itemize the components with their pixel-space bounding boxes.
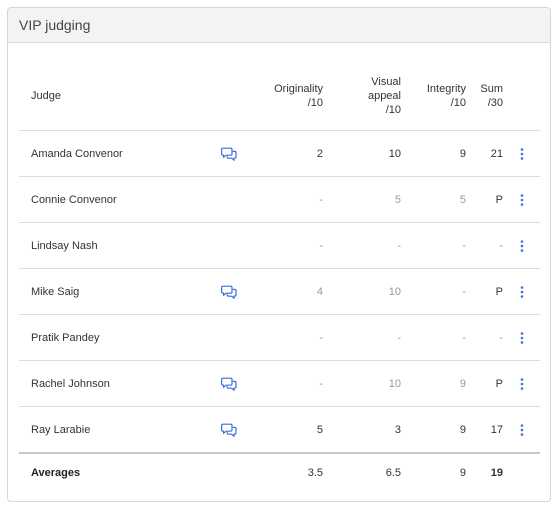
score-visual-appeal: 10 bbox=[323, 130, 401, 177]
kebab-menu-icon[interactable] bbox=[520, 147, 524, 160]
averages-icon-spacer bbox=[221, 452, 258, 491]
score-visual-appeal: 10 bbox=[323, 360, 401, 407]
comment-cell bbox=[221, 360, 258, 407]
comment-cell bbox=[221, 130, 258, 177]
averages-label: Averages bbox=[19, 452, 221, 491]
table-header-row: Judge Originality /10 Visual appeal /10 … bbox=[19, 62, 540, 131]
header-originality-line2: /10 bbox=[307, 97, 323, 109]
average-originality: 3.5 bbox=[258, 452, 323, 491]
header-visual-line2: appeal bbox=[367, 90, 401, 102]
score-visual-appeal: - bbox=[323, 222, 401, 269]
judge-row: Ray Larabie 5 3 9 17 bbox=[19, 406, 540, 454]
chat-bubbles-icon[interactable] bbox=[221, 147, 237, 161]
judge-name: Amanda Convenor bbox=[19, 130, 221, 177]
score-sum: P bbox=[466, 176, 503, 223]
header-judge: Judge bbox=[19, 62, 221, 131]
header-menu-spacer bbox=[503, 62, 540, 131]
header-visual-line3: /10 bbox=[385, 104, 401, 116]
kebab-menu-icon[interactable] bbox=[520, 331, 524, 344]
row-menu-cell bbox=[503, 222, 540, 269]
score-integrity: - bbox=[401, 314, 466, 361]
header-originality: Originality /10 bbox=[258, 62, 323, 131]
kebab-menu-icon[interactable] bbox=[520, 285, 524, 298]
chat-bubbles-icon[interactable] bbox=[221, 377, 237, 391]
judge-name: Connie Convenor bbox=[19, 176, 221, 223]
comment-cell bbox=[221, 314, 258, 361]
header-integrity: Integrity /10 bbox=[401, 62, 466, 131]
judge-name: Pratik Pandey bbox=[19, 314, 221, 361]
average-visual-appeal: 6.5 bbox=[323, 452, 401, 491]
header-integrity-line1: Integrity bbox=[426, 83, 466, 95]
score-integrity: - bbox=[401, 222, 466, 269]
judge-name: Mike Saig bbox=[19, 268, 221, 315]
averages-menu-spacer bbox=[503, 452, 540, 491]
row-menu-cell bbox=[503, 268, 540, 315]
header-visual-appeal: Visual appeal /10 bbox=[323, 62, 401, 131]
header-sum-line1: Sum bbox=[480, 83, 503, 95]
judge-row: Pratik Pandey - - - - bbox=[19, 314, 540, 361]
row-menu-cell bbox=[503, 130, 540, 177]
judging-table: Judge Originality /10 Visual appeal /10 … bbox=[19, 62, 540, 491]
score-originality: 5 bbox=[258, 406, 323, 454]
row-menu-cell bbox=[503, 176, 540, 223]
comment-cell bbox=[221, 268, 258, 315]
judge-name: Ray Larabie bbox=[19, 406, 221, 454]
score-originality: - bbox=[258, 176, 323, 223]
averages-row: Averages 3.5 6.5 9 19 bbox=[19, 452, 540, 491]
score-visual-appeal: 3 bbox=[323, 406, 401, 454]
score-integrity: 5 bbox=[401, 176, 466, 223]
chat-bubbles-icon[interactable] bbox=[221, 423, 237, 437]
score-originality: - bbox=[258, 314, 323, 361]
header-comment-spacer bbox=[221, 62, 258, 131]
kebab-menu-icon[interactable] bbox=[520, 423, 524, 436]
score-originality: - bbox=[258, 222, 323, 269]
score-visual-appeal: 10 bbox=[323, 268, 401, 315]
score-originality: 4 bbox=[258, 268, 323, 315]
kebab-menu-icon[interactable] bbox=[520, 377, 524, 390]
score-sum: P bbox=[466, 360, 503, 407]
score-sum: 21 bbox=[466, 130, 503, 177]
row-menu-cell bbox=[503, 360, 540, 407]
chat-bubbles-icon[interactable] bbox=[221, 285, 237, 299]
score-integrity: 9 bbox=[401, 360, 466, 407]
score-visual-appeal: 5 bbox=[323, 176, 401, 223]
score-originality: 2 bbox=[258, 130, 323, 177]
judge-name: Rachel Johnson bbox=[19, 360, 221, 407]
judge-row: Mike Saig 4 10- P bbox=[19, 268, 540, 315]
judge-row: Connie Convenor -5 5 P bbox=[19, 176, 540, 223]
header-integrity-line2: /10 bbox=[450, 97, 466, 109]
kebab-menu-icon[interactable] bbox=[520, 193, 524, 206]
judge-row: Rachel Johnson -10 9 P bbox=[19, 360, 540, 407]
comment-cell bbox=[221, 176, 258, 223]
row-menu-cell bbox=[503, 406, 540, 454]
panel-title: VIP judging bbox=[8, 8, 550, 43]
header-originality-line1: Originality bbox=[274, 83, 323, 95]
score-sum: - bbox=[466, 314, 503, 361]
judge-row: Lindsay Nash - - - - bbox=[19, 222, 540, 269]
judge-row: Amanda Convenor 2 10 9 21 bbox=[19, 130, 540, 177]
judge-name: Lindsay Nash bbox=[19, 222, 221, 269]
average-sum: 19 bbox=[466, 452, 503, 491]
kebab-menu-icon[interactable] bbox=[520, 239, 524, 252]
score-sum: 17 bbox=[466, 406, 503, 454]
header-visual-line1: Visual bbox=[371, 76, 401, 88]
comment-cell bbox=[221, 406, 258, 454]
score-integrity: 9 bbox=[401, 406, 466, 454]
score-sum: - bbox=[466, 222, 503, 269]
score-integrity: 9 bbox=[401, 130, 466, 177]
comment-cell bbox=[221, 222, 258, 269]
score-integrity: - bbox=[401, 268, 466, 315]
vip-judging-panel: VIP judging Judge Originality /10 Visual… bbox=[7, 7, 551, 502]
score-sum: P bbox=[466, 268, 503, 315]
header-sum: Sum /30 bbox=[466, 62, 503, 131]
score-originality: - bbox=[258, 360, 323, 407]
average-integrity: 9 bbox=[401, 452, 466, 491]
row-menu-cell bbox=[503, 314, 540, 361]
header-sum-line2: /30 bbox=[487, 97, 503, 109]
score-visual-appeal: - bbox=[323, 314, 401, 361]
